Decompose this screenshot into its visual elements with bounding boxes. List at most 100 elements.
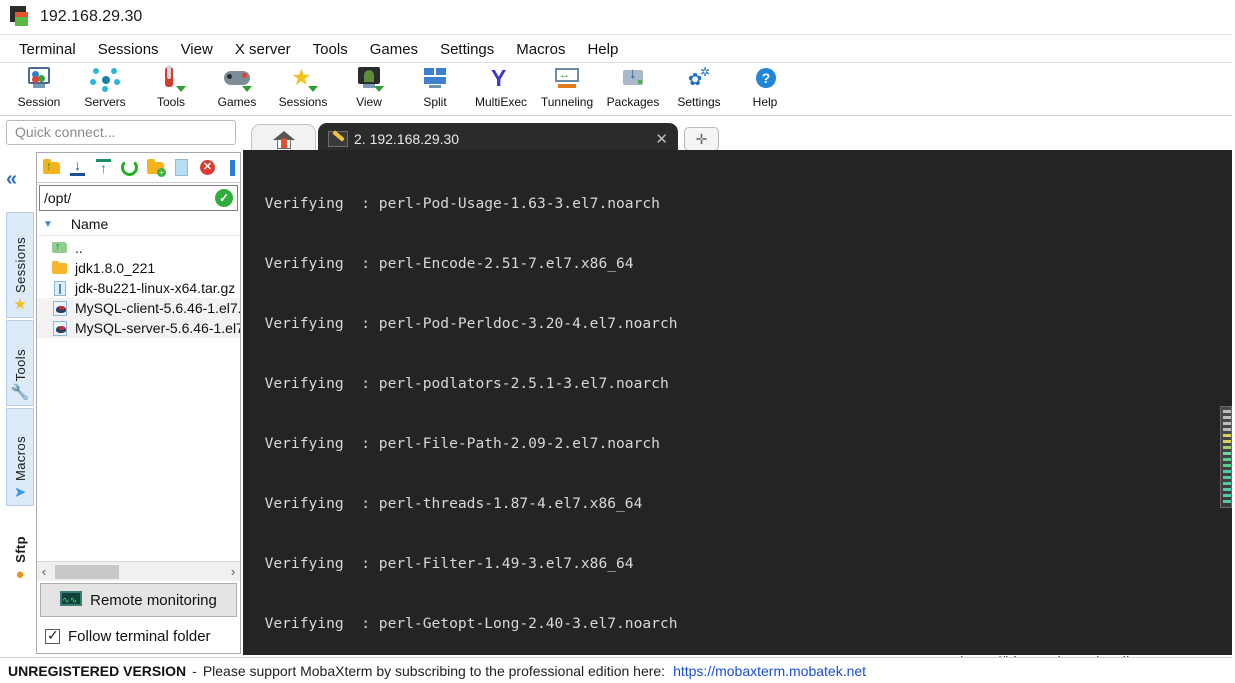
toolbar-button-tunneling[interactable]: ↔ Tunneling (534, 64, 600, 109)
games-icon (220, 66, 254, 93)
title-bar: 192.168.29.30 (0, 0, 1235, 35)
menu-macros[interactable]: Macros (505, 39, 576, 60)
toolbar-button-split[interactable]: Split (402, 64, 468, 109)
session-icon (22, 66, 56, 93)
download-icon[interactable]: ↓ (65, 156, 90, 180)
sidebar-item-tools[interactable]: 🔧 Tools (6, 320, 34, 406)
tunneling-icon: ↔ (550, 66, 584, 93)
menu-settings[interactable]: Settings (429, 39, 505, 60)
status-separator: - (192, 662, 197, 679)
toolbar-button-view[interactable]: View (336, 64, 402, 109)
terminal-line: Verifying : perl-Pod-Perldoc-3.20-4.el7.… (247, 315, 678, 332)
view-icon (352, 66, 386, 93)
remote-monitoring-button[interactable]: ∿∿ Remote monitoring (40, 583, 237, 617)
menu-x-server[interactable]: X server (224, 39, 302, 60)
globe-icon: ● (15, 566, 25, 583)
toolbar-label: Tools (156, 95, 185, 109)
archive-icon (51, 280, 71, 296)
terminal-output[interactable]: Verifying : perl-Pod-Usage-1.63-3.el7.no… (243, 150, 1235, 655)
home-icon (272, 130, 295, 149)
terminal-scroll-indicator[interactable] (1220, 406, 1232, 508)
parent-folder-icon[interactable]: ↑ (39, 156, 64, 180)
delete-icon[interactable]: ✕ (195, 156, 220, 180)
more-icon[interactable] (221, 156, 240, 180)
toolbar-button-multiexec[interactable]: Y MultiExec (468, 64, 534, 110)
remote-monitoring-label: Remote monitoring (90, 591, 217, 609)
toolbar-button-packages[interactable]: ↓ Packages (600, 64, 666, 109)
sftp-toolbar: ↑ ↓ ↑ + ✕ (37, 153, 240, 183)
file-name: .. (75, 240, 83, 256)
toolbar-label: Help (752, 95, 778, 109)
toolbar-label: Servers (84, 95, 126, 109)
mysql-rpm-icon (51, 320, 71, 336)
toolbar-button-settings[interactable]: ✿ ✲ Settings (666, 64, 732, 109)
menu-sessions[interactable]: Sessions (87, 39, 170, 60)
toolbar-label: Sessions (278, 95, 328, 109)
list-item[interactable]: jdk1.8.0_221 (37, 258, 240, 278)
toolbar-label: Settings (677, 95, 721, 109)
check-circle-icon: ✓ (215, 189, 233, 207)
tools-icon (154, 65, 188, 93)
paper-plane-icon: ➤ (13, 484, 27, 501)
file-list-header[interactable]: ▼ Name (37, 213, 240, 236)
toolbar-button-session[interactable]: Session (6, 64, 72, 109)
close-icon[interactable]: ✕ (655, 130, 668, 148)
toolbar-button-games[interactable]: Games (204, 64, 270, 109)
new-tab-button[interactable]: ✛ (684, 127, 719, 151)
toolbar-button-tools[interactable]: Tools (138, 64, 204, 109)
scroll-left-arrow-icon[interactable]: ‹ (37, 564, 51, 579)
toolbar-button-help[interactable]: ? Help (732, 64, 798, 109)
list-item[interactable]: ↑ .. (37, 238, 240, 258)
terminal-line: Verifying : perl-File-Path-2.09-2.el7.no… (247, 435, 660, 452)
tab-label: 2. 192.168.29.30 (354, 130, 460, 147)
scrollbar-thumb[interactable] (55, 565, 119, 579)
sessions-star-icon: ★ (286, 66, 320, 93)
collapse-sidebar-button[interactable]: « (6, 168, 17, 191)
file-list-horizontal-scrollbar[interactable]: ‹ › (37, 561, 240, 581)
list-item[interactable]: jdk-8u221-linux-x64.tar.gz (37, 278, 240, 298)
menu-tools[interactable]: Tools (302, 39, 359, 60)
file-name: jdk1.8.0_221 (75, 260, 156, 276)
sort-caret-icon: ▼ (43, 218, 53, 230)
sidebar-item-label: Sessions (12, 237, 28, 293)
file-name: MySQL-server-5.6.46-1.el7.x (75, 320, 240, 336)
settings-gear-icon: ✿ ✲ (688, 65, 711, 89)
list-item[interactable]: MySQL-client-5.6.46-1.el7.x8 (37, 298, 240, 318)
follow-terminal-folder-checkbox[interactable] (45, 627, 60, 644)
sidebar-item-label: Tools (12, 348, 28, 381)
parent-dir-icon: ↑ (51, 240, 71, 256)
mobaxterm-window: 192.168.29.30 Terminal Sessions View X s… (0, 0, 1235, 683)
toolbar-label: Packages (606, 95, 660, 109)
mobaxterm-link[interactable]: https://mobaxterm.mobatek.net (673, 663, 866, 679)
sidebar-item-macros[interactable]: ➤ Macros (6, 408, 34, 506)
file-name: jdk-8u221-linux-x64.tar.gz (75, 280, 236, 296)
menu-terminal[interactable]: Terminal (8, 39, 87, 60)
toolbar-button-sessions[interactable]: ★ Sessions (270, 64, 336, 110)
terminal-line: Verifying : perl-podlators-2.5.1-3.el7.n… (247, 375, 669, 392)
terminal-line: Verifying : perl-Filter-1.49-3.el7.x86_6… (247, 555, 634, 572)
status-bar: UNREGISTERED VERSION - Please support Mo… (0, 657, 1235, 683)
mobaxterm-icon (10, 6, 32, 28)
new-folder-icon[interactable]: + (143, 156, 168, 180)
menu-help[interactable]: Help (576, 39, 629, 60)
terminal-line: Verifying : perl-Getopt-Long-2.40-3.el7.… (247, 615, 678, 632)
upload-icon[interactable]: ↑ (91, 156, 116, 180)
sidebar-item-sessions[interactable]: ★ Sessions (6, 212, 34, 318)
toolbar-label: View (356, 95, 382, 109)
quick-connect-input[interactable]: Quick connect... (6, 120, 236, 145)
ssh-wrench-icon (328, 129, 348, 147)
follow-terminal-folder-row[interactable]: Follow terminal folder (37, 619, 240, 653)
new-file-icon[interactable] (169, 156, 194, 180)
terminal-scrollbar[interactable] (1220, 150, 1232, 655)
refresh-icon[interactable] (117, 156, 142, 180)
scroll-right-arrow-icon[interactable]: › (226, 564, 240, 579)
menu-view[interactable]: View (170, 39, 224, 60)
sidebar-item-label: Macros (12, 435, 28, 481)
file-list: ↑ .. jdk1.8.0_221 jdk-8u221-linux-x64.ta… (37, 236, 240, 561)
path-field[interactable]: /opt/ ✓ (39, 185, 238, 211)
list-item[interactable]: MySQL-server-5.6.46-1.el7.x (37, 318, 240, 338)
menu-games[interactable]: Games (359, 39, 429, 60)
toolbar-button-servers[interactable]: Servers (72, 64, 138, 109)
menu-bar: Terminal Sessions View X server Tools Ga… (0, 36, 1235, 63)
sidebar-item-sftp[interactable]: ● Sftp (6, 508, 34, 588)
